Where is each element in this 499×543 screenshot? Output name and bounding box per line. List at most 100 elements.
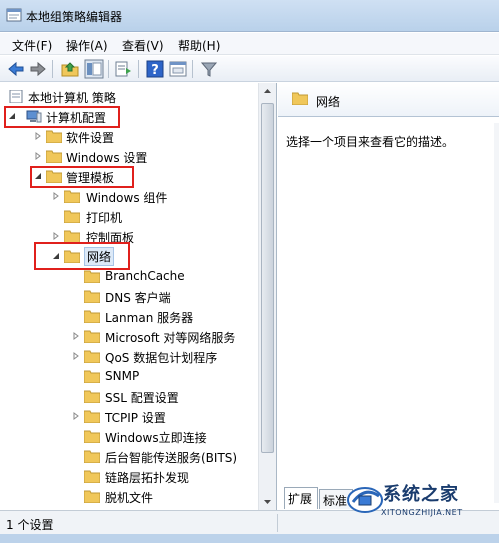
collapsed-arrow-icon[interactable] [52, 192, 60, 200]
tree-item-snmp[interactable]: SNMP [0, 367, 258, 387]
status-text: 1 个设置 [6, 518, 54, 532]
computer-icon [26, 110, 42, 123]
scroll-down-arrow-icon[interactable] [259, 493, 276, 510]
watermark: 系统之家 XITONGZHIJIA.NET [345, 478, 495, 528]
tree-label-network: 网络 [84, 247, 115, 266]
folder-icon [84, 450, 100, 463]
collapsed-arrow-icon[interactable] [34, 132, 42, 140]
details-title: 网络 [316, 95, 341, 109]
export-list-icon[interactable] [114, 59, 134, 79]
menu-file[interactable]: 文件(F) [12, 37, 52, 54]
tree-item-ssl-config[interactable]: SSL 配置设置 [0, 387, 258, 407]
tree-label-qos: QoS 数据包计划程序 [105, 351, 218, 365]
collapsed-arrow-icon[interactable] [52, 232, 60, 240]
tree-item-root[interactable]: 本地计算机 策略 [0, 87, 258, 107]
expanded-arrow-icon[interactable] [8, 112, 16, 120]
toolbar-separator [52, 60, 53, 78]
tab-extended[interactable]: 扩展 [284, 487, 318, 509]
back-arrow-icon[interactable] [6, 59, 26, 79]
properties-icon[interactable] [168, 59, 188, 79]
tree-scrollbar[interactable] [258, 83, 276, 510]
folder-icon [84, 350, 100, 363]
tree-label-software-settings: 软件设置 [66, 131, 115, 145]
tree-label-tcpip: TCPIP 设置 [105, 411, 166, 425]
collapsed-arrow-icon[interactable] [72, 412, 80, 420]
tree-item-software-settings[interactable]: 软件设置 [0, 127, 258, 147]
tree-item-computer-config[interactable]: 计算机配置 [0, 107, 258, 127]
tree-label-snmp: SNMP [105, 369, 140, 383]
tree-item-network[interactable]: 网络 [0, 247, 258, 267]
forward-arrow-icon[interactable] [28, 59, 48, 79]
tree-item-windows-components[interactable]: Windows 组件 [0, 187, 258, 207]
scrollbar-thumb[interactable] [261, 103, 274, 453]
watermark-brand: 系统之家 [383, 484, 459, 505]
tree-pane: 本地计算机 策略 计算机配置 软件设置 Windows 设置 管理模板 Wind… [0, 83, 277, 510]
folder-icon [46, 170, 62, 183]
tree-label-offline-files: 脱机文件 [105, 491, 154, 505]
window-bottom-border [0, 534, 499, 543]
tree-item-branchcache[interactable]: BranchCache [0, 267, 258, 287]
tree-label-admin-templates: 管理模板 [66, 171, 115, 185]
help-icon[interactable]: ? [145, 59, 165, 79]
tree-item-tcpip[interactable]: TCPIP 设置 [0, 407, 258, 427]
tree-label-lanman-server: Lanman 服务器 [105, 311, 194, 325]
scroll-up-arrow-icon[interactable] [259, 83, 276, 100]
tree-item-admin-templates[interactable]: 管理模板 [0, 167, 258, 187]
toolbar: ? [0, 56, 499, 82]
folder-icon [84, 310, 100, 323]
show-hide-tree-icon[interactable] [84, 59, 104, 79]
menu-view[interactable]: 查看(V) [122, 37, 164, 54]
folder-icon [84, 330, 100, 343]
svg-text:?: ? [151, 63, 159, 78]
watermark-logo-icon [347, 487, 383, 513]
folder-icon [64, 230, 80, 243]
folder-icon [84, 470, 100, 483]
details-pane: 网络 选择一个项目来查看它的描述。 扩展 标准 [278, 83, 499, 510]
tree-item-dns-client[interactable]: DNS 客户端 [0, 287, 258, 307]
tree-item-bits[interactable]: 后台智能传送服务(BITS) [0, 447, 258, 467]
up-folder-icon[interactable] [60, 59, 80, 79]
tree-label-printers: 打印机 [86, 211, 123, 225]
folder-icon [84, 370, 100, 383]
tree-item-control-panel[interactable]: 控制面板 [0, 227, 258, 247]
tree-item-windows-connect-now[interactable]: Windows立即连接 [0, 427, 258, 447]
folder-icon [84, 490, 100, 503]
menu-help[interactable]: 帮助(H) [178, 37, 220, 54]
folder-icon [84, 290, 100, 303]
toolbar-separator [108, 60, 109, 78]
folder-icon [46, 150, 62, 163]
tree-label-windows-settings: Windows 设置 [66, 151, 148, 165]
policy-editor-icon [6, 8, 22, 22]
tree-label-ssl-config: SSL 配置设置 [105, 391, 179, 405]
folder-icon [84, 430, 100, 443]
policy-document-icon [9, 90, 23, 103]
collapsed-arrow-icon[interactable] [72, 352, 80, 360]
folder-icon [84, 390, 100, 403]
tree-item-link-layer-topology[interactable]: 链路层拓扑发现 [0, 467, 258, 487]
collapsed-arrow-icon[interactable] [72, 332, 80, 340]
tree-label-root: 本地计算机 策略 [28, 91, 116, 105]
tree-item-offline-files[interactable]: 脱机文件 [0, 487, 258, 507]
tree-item-lanman-server[interactable]: Lanman 服务器 [0, 307, 258, 327]
tree-item-qos[interactable]: QoS 数据包计划程序 [0, 347, 258, 367]
folder-icon [292, 92, 308, 105]
folder-icon [84, 410, 100, 423]
folder-icon [64, 210, 80, 223]
tree-label-link-layer-topology: 链路层拓扑发现 [105, 471, 190, 485]
tree-label-bits: 后台智能传送服务(BITS) [105, 451, 238, 465]
tree-label-branchcache: BranchCache [105, 269, 185, 283]
tree-item-printers[interactable]: 打印机 [0, 207, 258, 227]
tree-label-windows-connect-now: Windows立即连接 [105, 431, 207, 445]
details-header: 网络 [278, 83, 499, 117]
tree-item-windows-settings[interactable]: Windows 设置 [0, 147, 258, 167]
tree-item-peer-networking[interactable]: Microsoft 对等网络服务 [0, 327, 258, 347]
watermark-url: XITONGZHIJIA.NET [381, 508, 463, 517]
expanded-arrow-icon[interactable] [52, 252, 60, 260]
tree-label-control-panel: 控制面板 [86, 231, 135, 245]
toolbar-separator [192, 60, 193, 78]
menu-action[interactable]: 操作(A) [66, 37, 108, 54]
window-title: 本地组策略编辑器 [26, 10, 123, 24]
collapsed-arrow-icon[interactable] [34, 152, 42, 160]
filter-icon[interactable] [199, 59, 219, 79]
expanded-arrow-icon[interactable] [34, 172, 42, 180]
